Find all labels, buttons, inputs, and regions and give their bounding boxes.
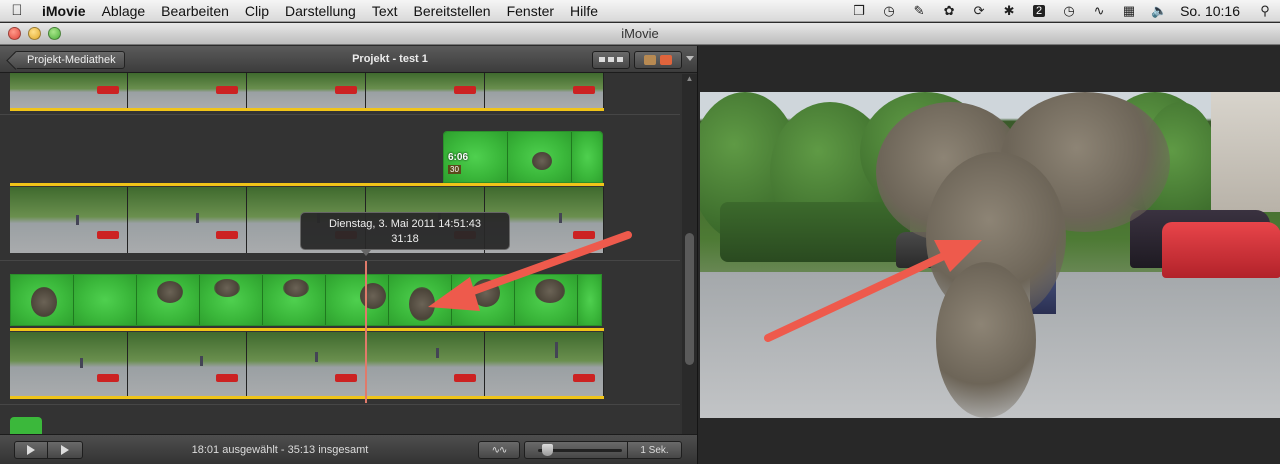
comments-button[interactable] bbox=[634, 51, 682, 69]
sync-icon[interactable]: ⟳ bbox=[964, 0, 994, 22]
menu-clock[interactable]: So. 10:16 bbox=[1174, 3, 1250, 19]
spaces-icon[interactable]: 2 bbox=[1024, 0, 1054, 22]
annotation-arrow-right bbox=[764, 240, 982, 342]
zoom-level-label: 1 Sek. bbox=[640, 444, 669, 456]
evernote-icon[interactable]: ✎ bbox=[904, 0, 934, 22]
volume-icon[interactable]: 🔈 bbox=[1144, 0, 1174, 22]
video-viewer bbox=[697, 46, 1280, 464]
comment-icon bbox=[644, 55, 656, 65]
history-icon[interactable]: ◷ bbox=[1054, 0, 1084, 22]
audio-waveform-button[interactable]: ∿∿ bbox=[478, 441, 520, 459]
selection-status: 18:01 ausgewählt - 35:13 insgesamt bbox=[191, 444, 369, 456]
play-icon bbox=[27, 445, 35, 455]
wifi-icon[interactable]: ∿ bbox=[1084, 0, 1114, 22]
menu-ablage[interactable]: Ablage bbox=[94, 3, 154, 19]
project-bottom-bar: 18:01 ausgewählt - 35:13 insgesamt ∿∿ 1 … bbox=[0, 434, 697, 464]
dropbox-icon[interactable]: ❒ bbox=[844, 0, 874, 22]
project-header: Projekt-Mediathek Projekt - test 1 bbox=[0, 46, 697, 73]
timeline-scrollbar[interactable]: ▲ bbox=[682, 74, 697, 434]
keyboard-icon[interactable]: ▦ bbox=[1114, 0, 1144, 22]
video-preview[interactable] bbox=[700, 92, 1280, 418]
time-machine-icon[interactable]: ◷ bbox=[874, 0, 904, 22]
play-fullscreen-icon bbox=[61, 445, 69, 455]
spotlight-search-icon[interactable]: ⚲ bbox=[1250, 0, 1280, 22]
menu-fenster[interactable]: Fenster bbox=[499, 3, 562, 19]
menu-imovie[interactable]: iMovie bbox=[34, 3, 94, 19]
menu-bearbeiten[interactable]: Bearbeiten bbox=[153, 3, 237, 19]
project-timeline[interactable]: 6:06 30 Dienstag, 3. Mai 2011 14:51:43 3… bbox=[0, 73, 680, 434]
bluetooth-icon[interactable]: ✱ bbox=[994, 0, 1024, 22]
menu-darstellung[interactable]: Darstellung bbox=[277, 3, 364, 19]
zoom-window-button[interactable] bbox=[48, 27, 61, 40]
menu-hilfe[interactable]: Hilfe bbox=[562, 3, 606, 19]
window-titlebar: iMovie bbox=[0, 23, 1280, 45]
scrollbar-thumb[interactable] bbox=[685, 233, 694, 365]
annotation-arrow-left bbox=[428, 231, 632, 311]
apple-icon[interactable]:  bbox=[0, 2, 34, 19]
waveform-icon: ∿∿ bbox=[491, 444, 508, 456]
chapter-marker-icon bbox=[660, 55, 672, 65]
menu-clip[interactable]: Clip bbox=[237, 3, 277, 19]
close-window-button[interactable] bbox=[8, 27, 21, 40]
play-button[interactable] bbox=[14, 441, 48, 459]
project-panel: Projekt-Mediathek Projekt - test 1 6:06 … bbox=[0, 46, 697, 434]
zoom-slider-knob[interactable] bbox=[542, 444, 553, 456]
menu-text[interactable]: Text bbox=[364, 3, 406, 19]
scroll-up-icon[interactable]: ▲ bbox=[682, 74, 697, 86]
window-title: iMovie bbox=[621, 26, 659, 41]
cloud-apps-icon[interactable]: ✿ bbox=[934, 0, 964, 22]
zoom-level[interactable]: 1 Sek. bbox=[627, 441, 682, 459]
play-fullscreen-button[interactable] bbox=[47, 441, 83, 459]
spaces-badge: 2 bbox=[1033, 5, 1046, 17]
minimize-window-button[interactable] bbox=[28, 27, 41, 40]
thumbnail-view-button[interactable] bbox=[592, 51, 630, 69]
header-dropdown-icon[interactable] bbox=[686, 56, 694, 61]
menu-bar:  iMovie Ablage Bearbeiten Clip Darstell… bbox=[0, 0, 1280, 22]
menu-bereitstellen[interactable]: Bereitstellen bbox=[406, 3, 499, 19]
